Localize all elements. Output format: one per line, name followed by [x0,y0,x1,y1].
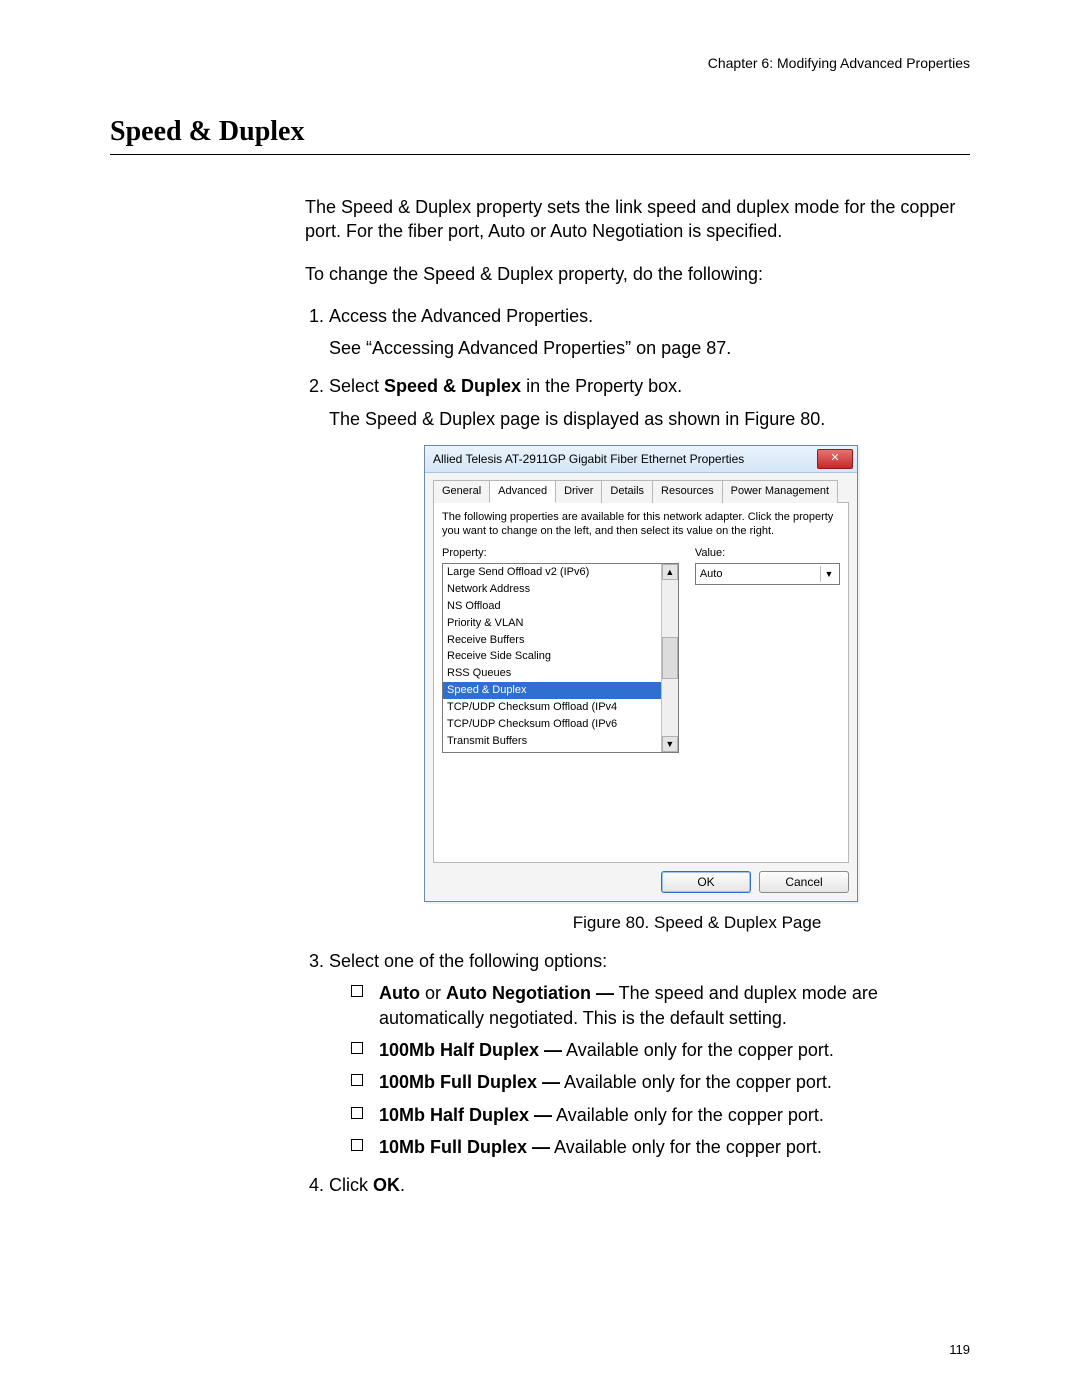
property-item[interactable]: Priority & VLAN [443,615,662,632]
scroll-thumb[interactable] [662,637,678,679]
dialog-titlebar: Allied Telesis AT-2911GP Gigabit Fiber E… [425,446,857,473]
property-item[interactable]: NS Offload [443,598,662,615]
value-label: Value: [695,546,840,561]
property-column: Property: Large Send Offload v2 (IPv6)Ne… [442,546,679,753]
steps-list: Access the Advanced Properties. See “Acc… [305,304,970,1198]
property-item[interactable]: Receive Buffers [443,632,662,649]
step-2-suffix: in the Property box. [521,376,682,396]
option-100-half-rest: Available only for the copper port. [562,1040,834,1060]
property-listbox[interactable]: Large Send Offload v2 (IPv6)Network Addr… [442,563,679,753]
option-10-full: 10Mb Full Duplex — Available only for th… [351,1135,970,1159]
property-item[interactable]: TCP/UDP Checksum Offload (IPv4 [443,699,662,716]
option-auto-bold2: Auto Negotiation — [446,983,614,1003]
dialog-body: General Advanced Driver Details Resource… [425,473,857,901]
option-100-full-bold: 100Mb Full Duplex — [379,1072,560,1092]
tab-details[interactable]: Details [601,480,653,503]
section-title: Speed & Duplex [110,116,970,148]
property-item[interactable]: RSS Queues [443,665,662,682]
property-item[interactable]: Transmit Buffers [443,733,662,750]
scroll-down-icon[interactable]: ▼ [662,736,678,752]
step-3: Select one of the following options: Aut… [329,949,970,1159]
property-item[interactable]: Receive Side Scaling [443,648,662,665]
dialog-buttons: OK Cancel [433,871,849,893]
figure-80: Allied Telesis AT-2911GP Gigabit Fiber E… [424,445,970,935]
dialog-title: Allied Telesis AT-2911GP Gigabit Fiber E… [433,451,744,467]
option-auto-mid: or [420,983,446,1003]
section-rule [110,154,970,155]
option-10-half-rest: Available only for the copper port. [552,1105,824,1125]
dialog-description: The following properties are available f… [442,511,840,539]
property-item[interactable]: Network Address [443,581,662,598]
step-2-note: The Speed & Duplex page is displayed as … [329,407,970,431]
option-auto-bold1: Auto [379,983,420,1003]
tab-power-management[interactable]: Power Management [722,480,838,503]
property-label: Property: [442,546,679,561]
step-4-suffix: . [400,1175,405,1195]
step-1-text: Access the Advanced Properties. [329,306,593,326]
intro-paragraph-2: To change the Speed & Duplex property, d… [305,262,970,286]
step-4-bold: OK [373,1175,400,1195]
intro-paragraph-1: The Speed & Duplex property sets the lin… [305,195,970,244]
option-100-half: 100Mb Half Duplex — Available only for t… [351,1038,970,1062]
chapter-header: Chapter 6: Modifying Advanced Properties [110,55,970,71]
page-number: 119 [949,1342,970,1357]
step-2-prefix: Select [329,376,384,396]
option-10-half-bold: 10Mb Half Duplex — [379,1105,552,1125]
property-item[interactable]: Large Send Offload v2 (IPv6) [443,564,662,581]
step-2: Select Speed & Duplex in the Property bo… [329,374,970,935]
tab-resources[interactable]: Resources [652,480,723,503]
option-auto: Auto or Auto Negotiation — The speed and… [351,981,970,1030]
option-10-full-rest: Available only for the copper port. [550,1137,822,1157]
chevron-down-icon[interactable]: ▼ [820,566,837,582]
listbox-scrollbar[interactable]: ▲ ▼ [661,564,678,752]
property-item[interactable]: Speed & Duplex [443,682,662,699]
tab-advanced[interactable]: Advanced [489,480,556,503]
option-10-full-bold: 10Mb Full Duplex — [379,1137,550,1157]
step-1-note: See “Accessing Advanced Properties” on p… [329,336,970,360]
property-item[interactable]: TCP/UDP Checksum Offload (IPv6 [443,716,662,733]
value-column: Value: Auto ▼ [695,546,840,753]
option-100-full-rest: Available only for the copper port. [560,1072,832,1092]
step-3-text: Select one of the following options: [329,951,607,971]
tab-driver[interactable]: Driver [555,480,602,503]
tab-pane-advanced: The following properties are available f… [433,503,849,863]
body-column: The Speed & Duplex property sets the lin… [305,195,970,1197]
value-combobox[interactable]: Auto ▼ [695,563,840,585]
dialog-tabs: General Advanced Driver Details Resource… [433,479,849,503]
property-item[interactable]: Virtual Machine Queues [443,750,662,754]
option-10-half: 10Mb Half Duplex — Available only for th… [351,1103,970,1127]
value-selected: Auto [700,567,723,582]
step-4: Click OK. [329,1173,970,1197]
tab-general[interactable]: General [433,480,490,503]
step-2-bold: Speed & Duplex [384,376,521,396]
option-100-full: 100Mb Full Duplex — Available only for t… [351,1070,970,1094]
close-button[interactable]: ✕ [817,449,853,469]
options-list: Auto or Auto Negotiation — The speed and… [351,981,970,1159]
cancel-button[interactable]: Cancel [759,871,849,893]
properties-dialog: Allied Telesis AT-2911GP Gigabit Fiber E… [424,445,858,902]
ok-button[interactable]: OK [661,871,751,893]
option-100-half-bold: 100Mb Half Duplex — [379,1040,562,1060]
step-4-prefix: Click [329,1175,373,1195]
step-1: Access the Advanced Properties. See “Acc… [329,304,970,361]
figure-caption: Figure 80. Speed & Duplex Page [424,912,970,935]
scroll-up-icon[interactable]: ▲ [662,564,678,580]
